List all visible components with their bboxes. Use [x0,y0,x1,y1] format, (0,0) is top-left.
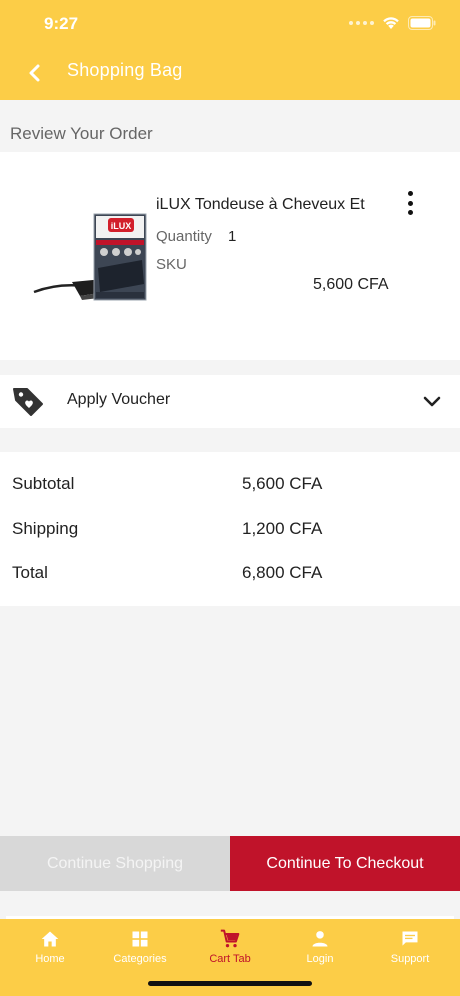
wifi-icon [383,17,399,29]
voucher-label: Apply Voucher [67,391,171,408]
product-name[interactable]: iLUX Tondeuse à Cheveux Et [156,196,365,214]
subtotal-label: Subtotal [12,474,75,493]
tab-categories-label: Categories [113,953,167,965]
tab-login-label: Login [306,953,334,965]
home-indicator [148,981,312,986]
section-title: Review Your Order [10,124,153,143]
page-title: Shopping Bag [67,60,183,80]
tag-heart-icon [13,388,43,416]
quantity-label: Quantity [156,228,212,245]
shipping-row: Shipping 1,200 CFA [0,519,460,543]
chevron-down-icon[interactable] [420,390,444,414]
tab-login[interactable]: Login [274,929,366,977]
more-options-button[interactable] [398,188,422,218]
nav-bar: Shopping Bag [0,48,460,100]
svg-text:iLUX: iLUX [111,221,132,231]
tab-support[interactable]: Support [364,929,456,977]
quantity-value: 1 [228,228,237,245]
tab-support-label: Support [390,953,430,965]
apply-voucher-row[interactable]: Apply Voucher [0,375,460,428]
home-icon [41,931,59,947]
product-image[interactable]: iLUX [32,212,148,308]
sku-label: SKU [156,256,187,273]
total-row: Total 6,800 CFA [0,563,460,587]
subtotal-value: 5,600 CFA [242,474,323,493]
continue-shopping-button[interactable]: Continue Shopping [0,836,230,891]
shipping-label: Shipping [12,519,79,538]
shipping-value: 1,200 CFA [242,519,323,538]
status-icons [349,16,436,30]
tab-home-label: Home [35,953,65,965]
total-value: 6,800 CFA [242,563,323,582]
product-price: 5,600 CFA [313,276,389,293]
signal-icon [349,21,374,25]
cart-icon [220,929,240,948]
grid-icon [132,931,148,947]
tab-home[interactable]: Home [4,929,96,977]
cart-item-card: iLUX iLUX Tondeuse à Cheveux Et Quantity… [0,152,460,360]
battery-icon [408,16,436,30]
total-label: Total [12,563,48,582]
tab-cart[interactable]: Cart Tab [184,929,276,977]
order-summary: Subtotal 5,600 CFA Shipping 1,200 CFA To… [0,452,460,606]
tab-cart-label: Cart Tab [209,953,251,965]
status-time: 9:27 [44,14,79,33]
tab-categories[interactable]: Categories [94,929,186,977]
subtotal-row: Subtotal 5,600 CFA [0,474,460,498]
chat-icon [402,931,418,946]
more-vertical-icon [407,191,413,196]
continue-to-checkout-button[interactable]: Continue To Checkout [230,836,460,891]
status-bar: 9:27 [0,0,460,48]
chevron-left-icon [29,64,40,82]
user-icon [312,931,328,947]
back-button[interactable] [20,58,50,88]
